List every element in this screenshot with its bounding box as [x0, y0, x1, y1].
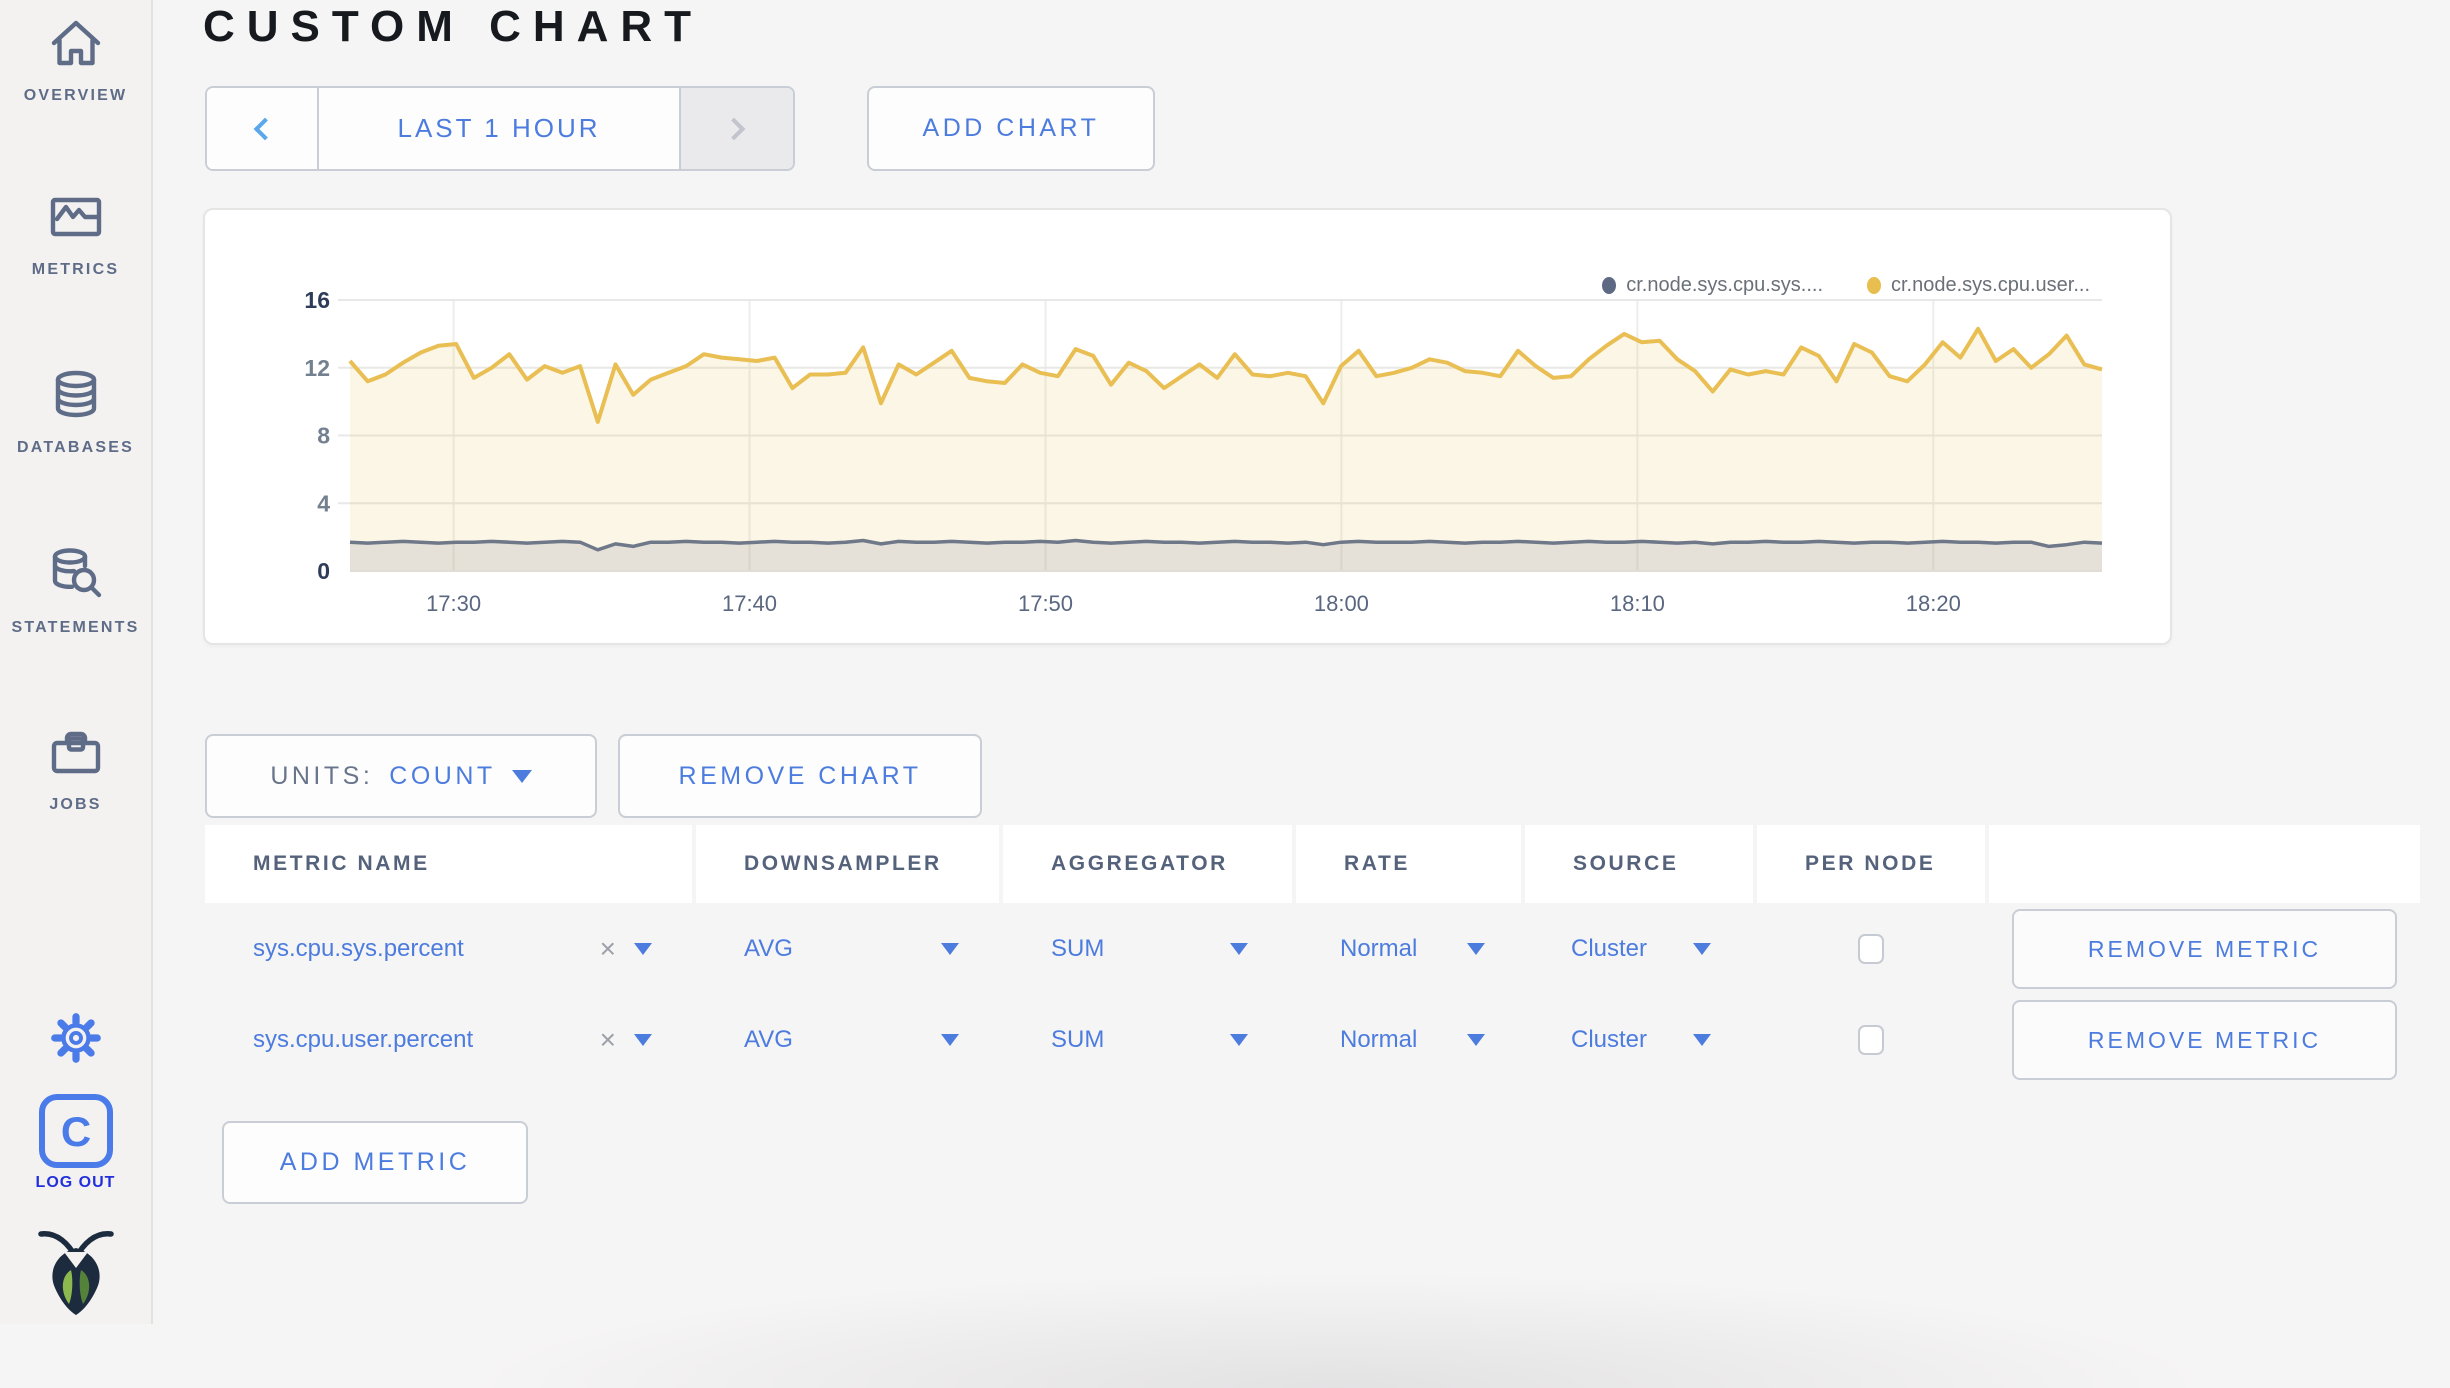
cockroach-bug-logo	[0, 1228, 151, 1325]
header-per-node: PER NODE	[1757, 825, 1985, 903]
legend-label: cr.node.sys.cpu.sys....	[1626, 274, 1823, 296]
rate-select[interactable]: Normal	[1340, 935, 1485, 963]
cockroach-bug-icon	[35, 1228, 117, 1325]
sidebar-item-databases[interactable]: DATABASES	[0, 366, 151, 457]
legend-dot-sys	[1602, 277, 1617, 294]
chevron-down-icon	[1693, 1034, 1711, 1046]
time-range-label: LAST 1 HOUR	[397, 113, 601, 143]
svg-text:4: 4	[317, 490, 330, 516]
gear-icon	[48, 1010, 104, 1071]
legend-dot-user	[1867, 277, 1881, 294]
sidebar-logout[interactable]: C LOG OUT	[0, 1093, 151, 1192]
source-select[interactable]: Cluster	[1571, 935, 1711, 963]
sidebar-item-jobs[interactable]: JOBS	[0, 723, 151, 814]
sidebar-item-label: DATABASES	[17, 439, 134, 456]
table-row: sys.cpu.user.percent × AVG SUM Normal Cl…	[205, 995, 2420, 1085]
aggregator-select[interactable]: SUM	[1051, 1026, 1248, 1054]
briefcase-icon	[47, 723, 105, 786]
legend-item-sys[interactable]: cr.node.sys.cpu.sys....	[1602, 274, 1823, 297]
source-select[interactable]: Cluster	[1571, 1026, 1711, 1054]
metric-name-value[interactable]: sys.cpu.user.percent	[253, 1026, 473, 1054]
table-row: sys.cpu.sys.percent × AVG SUM Normal Clu…	[205, 903, 2420, 995]
chevron-down-icon	[1467, 943, 1485, 955]
statements-icon	[46, 544, 106, 609]
clear-metric-icon[interactable]: ×	[600, 935, 616, 963]
header-rate: RATE	[1296, 825, 1521, 903]
chevron-down-icon[interactable]	[634, 943, 652, 955]
units-label: UNITS:	[270, 761, 374, 790]
home-icon	[47, 14, 105, 77]
add-metric-button[interactable]: ADD METRIC	[222, 1121, 528, 1204]
legend-item-user[interactable]: cr.node.sys.cpu.user...	[1867, 274, 2090, 297]
downsampler-select[interactable]: AVG	[744, 935, 959, 963]
units-dropdown[interactable]: UNITS: COUNT	[205, 734, 597, 818]
add-chart-button[interactable]: ADD CHART	[867, 86, 1155, 171]
time-range-next-button[interactable]	[681, 88, 793, 169]
chevron-down-icon	[1230, 943, 1248, 955]
chevron-down-icon	[1230, 1034, 1248, 1046]
sidebar-item-label: OVERVIEW	[23, 87, 128, 104]
svg-text:0: 0	[317, 558, 330, 584]
metrics-table-header: METRIC NAME DOWNSAMPLER AGGREGATOR RATE …	[205, 825, 2420, 903]
sidebar-item-label: METRICS	[31, 261, 120, 278]
svg-text:16: 16	[304, 287, 330, 313]
chevron-right-icon	[722, 117, 746, 140]
sidebar-item-overview[interactable]: OVERVIEW	[0, 14, 151, 105]
chevron-down-icon	[941, 1034, 959, 1046]
per-node-checkbox[interactable]	[1858, 1025, 1884, 1055]
remove-metric-button[interactable]: REMOVE METRIC	[2012, 909, 2397, 989]
clear-metric-icon[interactable]: ×	[600, 1026, 616, 1054]
chart-legend: cr.node.sys.cpu.sys.... cr.node.sys.cpu.…	[1602, 274, 2090, 297]
metric-name-value[interactable]: sys.cpu.sys.percent	[253, 935, 464, 963]
chevron-down-icon	[1467, 1034, 1485, 1046]
svg-text:17:30: 17:30	[426, 591, 481, 616]
time-range-selector: LAST 1 HOUR	[205, 86, 795, 171]
sidebar-item-statements[interactable]: STATEMENTS	[0, 544, 151, 637]
sidebar-item-label: STATEMENTS	[11, 619, 140, 636]
logout-label[interactable]: LOG OUT	[0, 1174, 151, 1192]
remove-metric-button[interactable]: REMOVE METRIC	[2012, 1000, 2397, 1080]
sidebar-item-label: JOBS	[49, 796, 102, 813]
per-node-checkbox[interactable]	[1858, 934, 1884, 964]
page-title: CUSTOM CHART	[203, 2, 704, 51]
header-source: SOURCE	[1525, 825, 1753, 903]
downsampler-select[interactable]: AVG	[744, 1026, 959, 1054]
scroll-shadow	[430, 1268, 2250, 1388]
aggregator-select[interactable]: SUM	[1051, 935, 1248, 963]
sidebar-settings[interactable]	[0, 1010, 151, 1071]
chevron-down-icon[interactable]	[634, 1034, 652, 1046]
time-range-prev-button[interactable]	[207, 88, 317, 169]
svg-text:18:20: 18:20	[1906, 591, 1961, 616]
chevron-left-icon	[253, 117, 277, 140]
header-actions	[1989, 825, 2420, 903]
cockroach-c-logo-icon: C	[38, 1093, 114, 1174]
svg-text:12: 12	[304, 355, 330, 381]
chevron-down-icon	[1693, 943, 1711, 955]
metrics-icon	[47, 188, 105, 251]
header-metric-name: METRIC NAME	[205, 825, 692, 903]
svg-text:8: 8	[317, 423, 330, 449]
svg-text:C: C	[60, 1108, 90, 1155]
chart-card: 17:30 17:40 17:50 18:00 18:10 18:20 0 4 8 12 16 cr…	[203, 208, 2172, 645]
units-value: COUNT	[389, 761, 496, 790]
time-range-dropdown[interactable]: LAST 1 HOUR	[317, 88, 681, 169]
svg-text:17:40: 17:40	[722, 591, 777, 616]
header-aggregator: AGGREGATOR	[1003, 825, 1292, 903]
sidebar: OVERVIEW METRICS DATABASES STATEMENTS JO…	[0, 0, 153, 1324]
chevron-down-icon	[941, 943, 959, 955]
svg-text:17:50: 17:50	[1018, 591, 1073, 616]
svg-text:18:00: 18:00	[1314, 591, 1369, 616]
legend-label: cr.node.sys.cpu.user...	[1891, 274, 2090, 296]
header-downsampler: DOWNSAMPLER	[696, 825, 999, 903]
chevron-down-icon	[511, 769, 532, 783]
rate-select[interactable]: Normal	[1340, 1026, 1485, 1054]
remove-chart-button[interactable]: REMOVE CHART	[618, 734, 982, 818]
sidebar-item-metrics[interactable]: METRICS	[0, 188, 151, 279]
svg-text:18:10: 18:10	[1610, 591, 1665, 616]
database-icon	[47, 366, 105, 429]
